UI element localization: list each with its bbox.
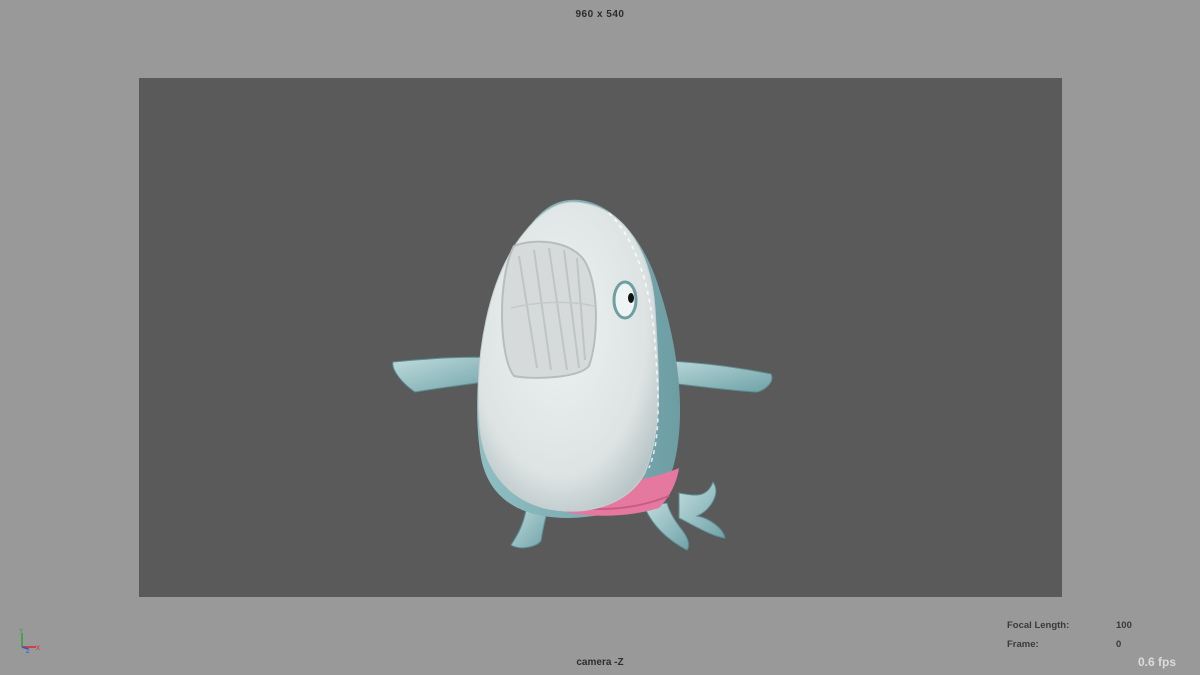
focal-length-value: 100: [1116, 620, 1132, 631]
hud-focal-length: Focal Length: 100: [1007, 620, 1132, 631]
focal-length-label: Focal Length:: [1007, 620, 1070, 631]
axis-x-label: X: [36, 646, 40, 652]
fps-readout: 0.6 fps: [1138, 655, 1177, 669]
shark-tail: [678, 480, 726, 539]
viewport-3d[interactable]: 960 x 540 Focal Length: 100 Frame: 0 cam…: [0, 0, 1200, 675]
shark-character[interactable]: [139, 78, 1062, 597]
hud-frame: Frame: 0: [1007, 639, 1121, 650]
resolution-gate-label: 960 x 540: [575, 9, 625, 20]
resolution-gate[interactable]: [139, 78, 1062, 597]
axis-y-label: Y: [19, 629, 23, 635]
camera-name-label: camera -Z: [576, 657, 624, 668]
axis-z-label: Z: [26, 649, 30, 655]
frame-label: Frame:: [1007, 639, 1039, 650]
frame-value: 0: [1116, 639, 1122, 650]
view-axis-icon: Y Z X: [14, 627, 46, 655]
